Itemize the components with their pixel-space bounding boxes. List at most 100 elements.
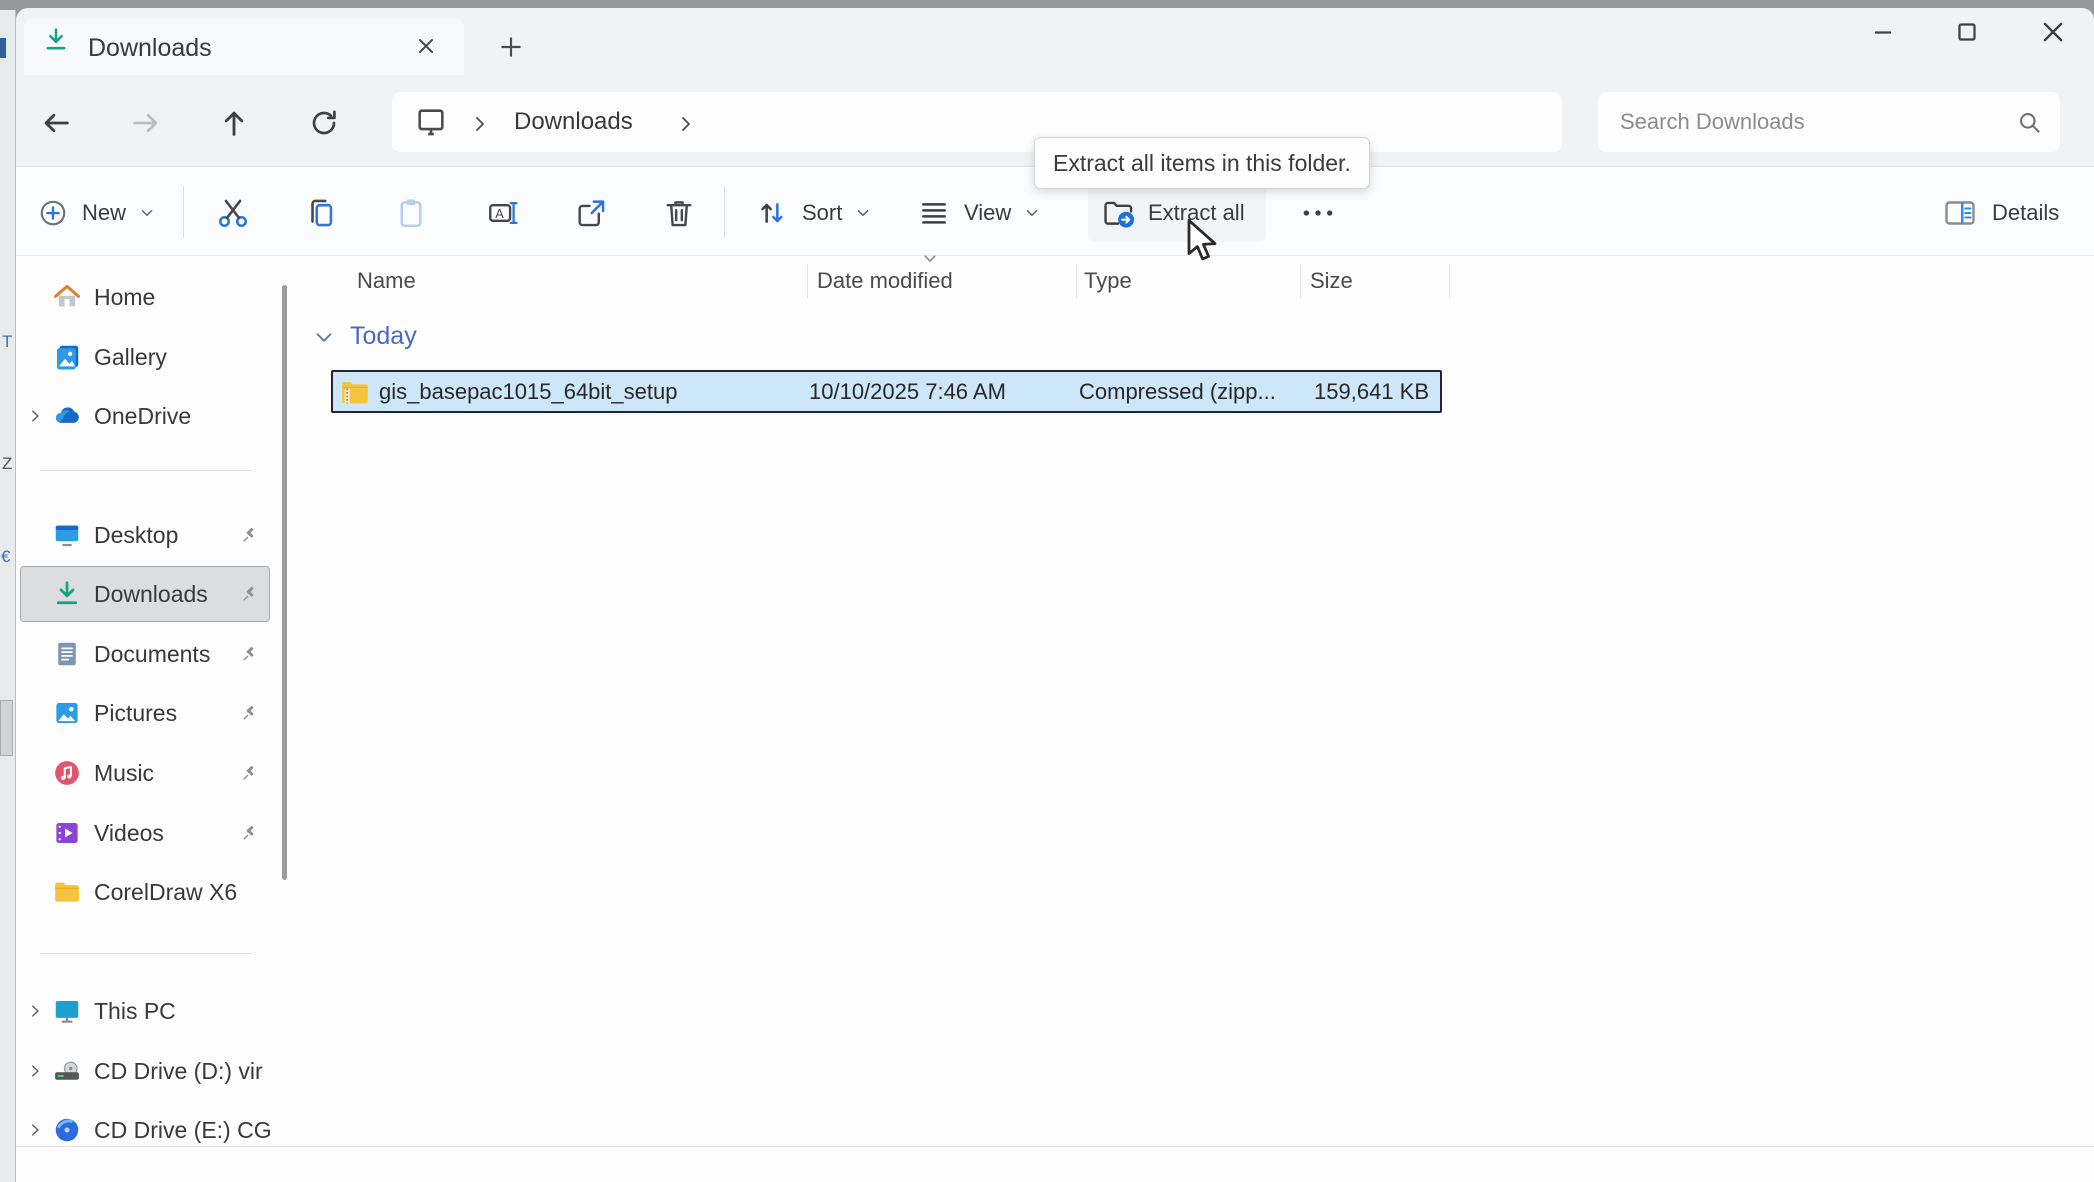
sidebar-item-pictures[interactable]: Pictures bbox=[18, 691, 270, 735]
paste-icon bbox=[394, 196, 428, 230]
tab-close-icon[interactable] bbox=[414, 34, 438, 58]
videos-icon bbox=[52, 818, 82, 848]
onedrive-icon bbox=[52, 401, 82, 431]
sidebar-item-onedrive[interactable]: OneDrive bbox=[18, 394, 270, 438]
sidebar-item-label: Videos bbox=[94, 820, 164, 847]
minimize-button[interactable] bbox=[1860, 12, 1906, 52]
file-date-modified: 10/10/2025 7:46 AM bbox=[809, 379, 1079, 405]
sidebar-item-this-pc[interactable]: This PC bbox=[18, 989, 270, 1033]
up-icon bbox=[217, 106, 251, 140]
sidebar-divider bbox=[40, 470, 252, 471]
cd-globe-icon bbox=[52, 1115, 82, 1145]
column-header-date-modified[interactable]: Date modified bbox=[817, 268, 953, 294]
sidebar-item-desktop[interactable]: Desktop bbox=[18, 513, 270, 557]
sidebar-item-coreldraw-x6[interactable]: CorelDraw X6 bbox=[18, 870, 270, 914]
chevron-down-icon bbox=[138, 204, 156, 222]
delete-button[interactable] bbox=[662, 186, 696, 240]
rename-button[interactable]: A bbox=[486, 186, 520, 240]
refresh-icon bbox=[308, 107, 340, 139]
sidebar-scrollbar[interactable] bbox=[282, 285, 287, 880]
address-bar[interactable]: Downloads bbox=[392, 92, 1562, 152]
pin-icon bbox=[240, 644, 260, 664]
breadcrumb-chevron-icon[interactable] bbox=[674, 112, 698, 136]
file-type: Compressed (zipp... bbox=[1079, 379, 1301, 405]
group-collapse-chevron-icon[interactable] bbox=[313, 328, 335, 348]
chevron-right-icon[interactable] bbox=[26, 407, 44, 425]
sidebar-item-home[interactable]: Home bbox=[18, 275, 270, 319]
sidebar-divider bbox=[40, 953, 252, 954]
details-pane-label: Details bbox=[1992, 200, 2059, 226]
sidebar-item-label: CorelDraw X6 bbox=[94, 879, 237, 906]
maximize-button[interactable] bbox=[1944, 12, 1990, 52]
breadcrumb-location[interactable]: Downloads bbox=[514, 108, 633, 136]
gallery-icon bbox=[52, 342, 82, 372]
sort-button[interactable]: Sort bbox=[756, 186, 872, 240]
cut-button[interactable] bbox=[216, 186, 250, 240]
column-separator[interactable] bbox=[1300, 264, 1301, 298]
group-label-today[interactable]: Today bbox=[350, 322, 417, 351]
toolbar-separator bbox=[183, 186, 184, 238]
sidebar-item-label: Music bbox=[94, 760, 154, 787]
search-icon[interactable] bbox=[2016, 109, 2043, 136]
new-button-label: New bbox=[82, 200, 126, 226]
pin-icon bbox=[240, 823, 260, 843]
close-button[interactable] bbox=[2030, 12, 2076, 52]
sidebar-item-label: Home bbox=[94, 284, 155, 311]
sidebar-item-videos[interactable]: Videos bbox=[18, 811, 270, 855]
sidebar-item-label: This PC bbox=[94, 998, 176, 1025]
chevron-right-icon[interactable] bbox=[26, 1121, 44, 1139]
desktop-icon bbox=[52, 520, 82, 550]
details-pane-button[interactable]: Details bbox=[1942, 186, 2059, 240]
file-explorer-window: T Z € Downloads bbox=[0, 0, 2094, 1182]
sort-button-label: Sort bbox=[802, 200, 842, 226]
pin-icon bbox=[240, 763, 260, 783]
maximize-icon bbox=[1955, 20, 1979, 44]
see-more-button[interactable] bbox=[1298, 186, 1338, 240]
back-button[interactable] bbox=[30, 97, 82, 149]
forward-button[interactable] bbox=[120, 97, 172, 149]
toolbar-separator bbox=[724, 186, 725, 238]
sidebar-item-gallery[interactable]: Gallery bbox=[18, 335, 270, 379]
svg-text:A: A bbox=[495, 206, 504, 221]
view-icon bbox=[918, 197, 950, 229]
trash-icon bbox=[662, 196, 696, 230]
copy-icon bbox=[304, 196, 338, 230]
chevron-down-icon bbox=[854, 204, 872, 222]
file-name: gis_basepac1015_64bit_setup bbox=[379, 379, 809, 405]
file-size: 159,641 KB bbox=[1301, 379, 1429, 405]
extract-all-tooltip: Extract all items in this folder. bbox=[1034, 137, 1370, 189]
pin-icon bbox=[240, 703, 260, 723]
new-button[interactable]: New bbox=[38, 186, 156, 240]
view-button-label: View bbox=[964, 200, 1011, 226]
column-header-size[interactable]: Size bbox=[1310, 268, 1353, 294]
sidebar-item-cd-drive-d[interactable]: CD Drive (D:) vir bbox=[18, 1049, 270, 1093]
share-button[interactable] bbox=[574, 186, 608, 240]
breadcrumb-chevron-icon[interactable] bbox=[468, 112, 492, 136]
search-box[interactable] bbox=[1598, 92, 2060, 152]
paste-button[interactable] bbox=[394, 186, 428, 240]
up-button[interactable] bbox=[208, 97, 260, 149]
sidebar-item-music[interactable]: Music bbox=[18, 751, 270, 795]
search-input[interactable] bbox=[1620, 104, 1980, 140]
close-icon bbox=[2040, 19, 2066, 45]
column-header-name[interactable]: Name bbox=[357, 268, 416, 294]
chevron-right-icon[interactable] bbox=[26, 1002, 44, 1020]
sidebar-item-documents[interactable]: Documents bbox=[18, 632, 270, 676]
file-row-selected[interactable]: gis_basepac1015_64bit_setup 10/10/2025 7… bbox=[331, 370, 1442, 413]
column-separator[interactable] bbox=[1076, 264, 1077, 298]
chevron-right-icon[interactable] bbox=[26, 1062, 44, 1080]
download-icon bbox=[52, 579, 82, 609]
view-button[interactable]: View bbox=[918, 186, 1041, 240]
column-separator[interactable] bbox=[1449, 264, 1450, 298]
back-icon bbox=[39, 106, 73, 140]
sidebar-item-label: CD Drive (E:) CG bbox=[94, 1117, 272, 1144]
column-header-type[interactable]: Type bbox=[1084, 268, 1132, 294]
sidebar-item-label: Gallery bbox=[94, 344, 167, 371]
sidebar-item-downloads[interactable]: Downloads bbox=[18, 572, 270, 616]
new-tab-icon[interactable] bbox=[498, 34, 524, 60]
sidebar-item-label: OneDrive bbox=[94, 403, 191, 430]
extract-all-button[interactable]: Extract all bbox=[1088, 184, 1266, 242]
column-separator[interactable] bbox=[807, 264, 808, 298]
refresh-button[interactable] bbox=[298, 97, 350, 149]
copy-button[interactable] bbox=[304, 186, 338, 240]
